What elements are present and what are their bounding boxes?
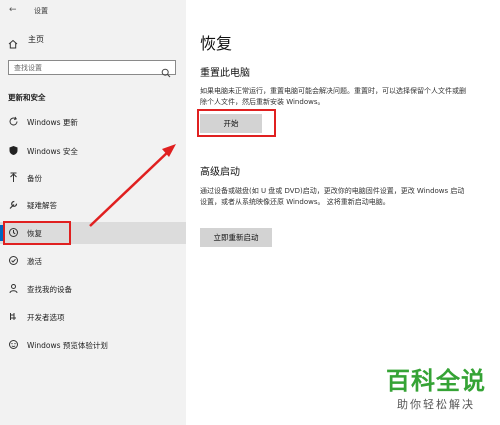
watermark-logo-text: 百科全说 bbox=[386, 367, 486, 395]
annotation-arrow bbox=[89, 144, 176, 227]
watermark: 百科全说 助你轻松解决 bbox=[386, 366, 486, 412]
watermark-slogan: 助你轻松解决 bbox=[397, 398, 475, 411]
